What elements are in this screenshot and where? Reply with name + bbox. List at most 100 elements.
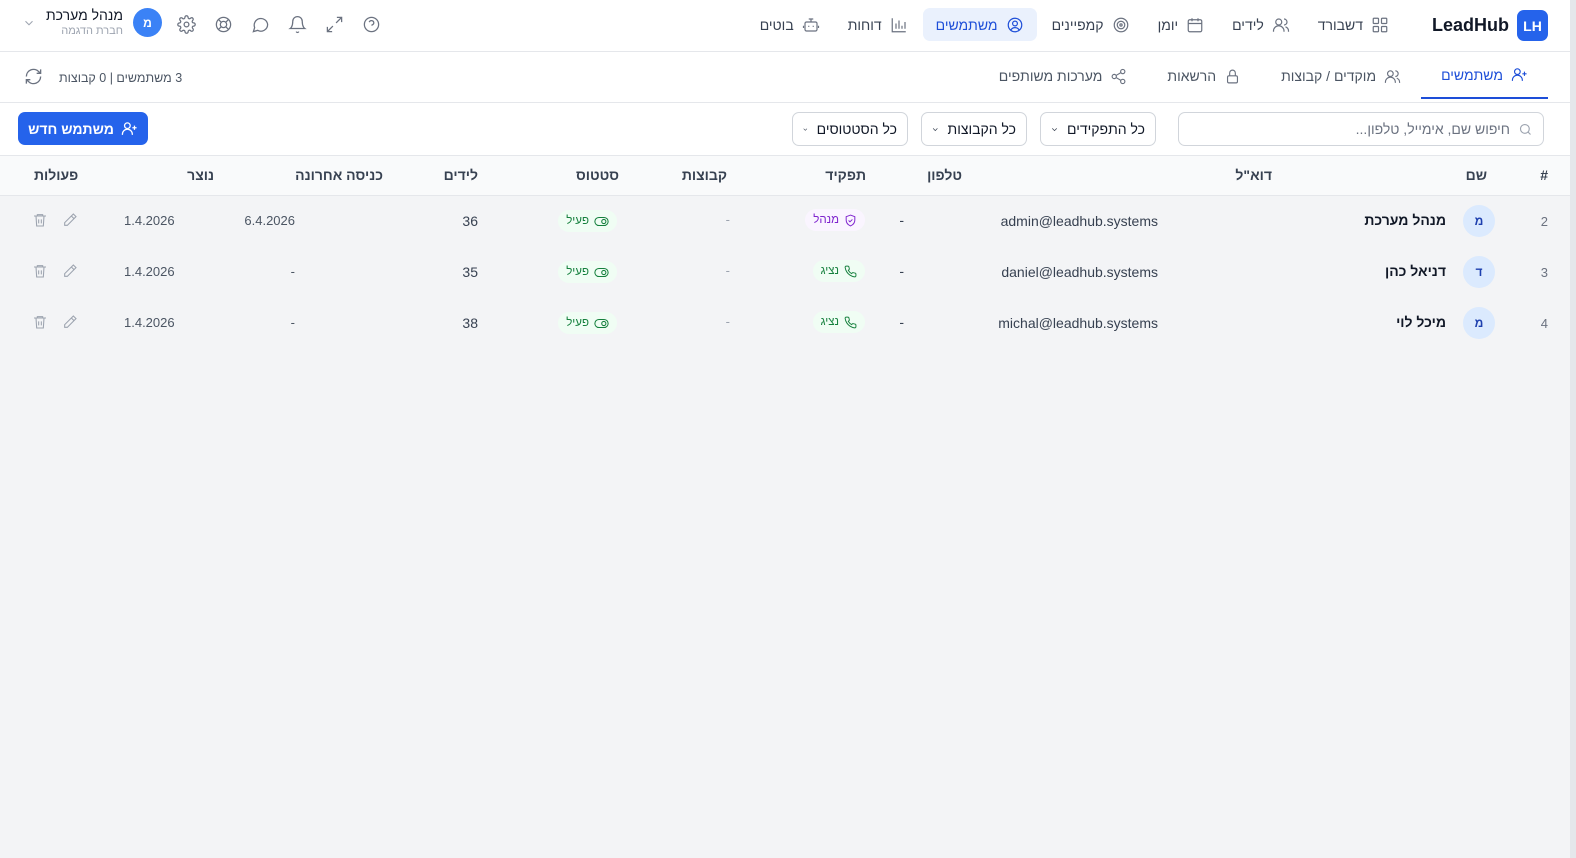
search-box [1178, 112, 1544, 146]
delete-button[interactable] [32, 314, 48, 330]
brand-logo: LH [1517, 10, 1548, 41]
table-row[interactable]: 3 ד דניאל כהן daniel@leadhub.systems - נ… [0, 247, 1570, 298]
summary: 3 משתמשים | 0 קבוצות [24, 67, 182, 89]
tab-users[interactable]: משתמשים [1421, 52, 1548, 99]
support-button[interactable] [213, 14, 233, 34]
row-actions [32, 314, 78, 330]
created-date: 1.4.2026 [124, 213, 175, 228]
status-badge: פעיל [558, 261, 617, 283]
settings-button[interactable] [176, 14, 196, 34]
header-name[interactable]: שם [1466, 167, 1487, 183]
share-icon [1111, 68, 1126, 84]
edit-button[interactable] [62, 314, 78, 330]
leads-count: 38 [462, 315, 478, 331]
table-row[interactable]: 2 מ מנהל מערכת admin@leadhub.systems - מ… [0, 196, 1570, 247]
roles-select[interactable]: כל התפקידים [1040, 112, 1156, 146]
user-email: daniel@leadhub.systems [1001, 264, 1158, 280]
bot-icon [802, 17, 819, 32]
bar-chart-icon [891, 17, 906, 32]
tab-shared-systems[interactable]: מערכות משותפים [979, 52, 1148, 100]
delete-button[interactable] [32, 212, 48, 228]
table-row[interactable]: 4 מ מיכל לוי michal@leadhub.systems - נצ… [0, 298, 1570, 349]
header-status[interactable]: סטטוס [576, 167, 619, 183]
row-number: 4 [1540, 316, 1548, 331]
nav-item-calendar[interactable]: יומן [1145, 8, 1218, 41]
created-date: 1.4.2026 [124, 264, 175, 279]
header-created[interactable]: נוצר [187, 167, 214, 183]
role-label: נציג [820, 316, 839, 328]
sub-tabs: משתמשים מוקדים / קבוצות הרשאות מערכות מש… [979, 52, 1548, 103]
header-last-login[interactable]: כניסה אחרונה [295, 167, 383, 183]
tab-permissions[interactable]: הרשאות [1147, 52, 1261, 100]
status-select[interactable]: כל הסטטוסים [792, 112, 908, 146]
toolbar-icons [176, 14, 381, 34]
nav-item-users[interactable]: משתמשים [922, 8, 1037, 41]
tab-groups[interactable]: מוקדים / קבוצות [1261, 52, 1421, 100]
role-badge: נציג [812, 311, 865, 333]
notifications-button[interactable] [287, 14, 307, 34]
groups-select-value: כל הקבוצות [947, 121, 1016, 137]
last-login: - [290, 264, 295, 279]
tab-label: מערכות משותפים [998, 68, 1103, 84]
nav-item-campaigns[interactable]: קמפיינים [1039, 8, 1143, 41]
chevron-down-icon [803, 127, 808, 131]
user-email: admin@leadhub.systems [1000, 213, 1158, 229]
brand[interactable]: LH LeadHub [1432, 10, 1548, 41]
search-icon [1519, 123, 1531, 135]
toggle-on-icon [594, 318, 609, 328]
user-org: חברת הדגמה [61, 24, 123, 37]
nav-item-leads[interactable]: לידים [1219, 8, 1303, 41]
row-number: 2 [1540, 214, 1548, 229]
chat-button[interactable] [250, 14, 270, 34]
help-button[interactable] [361, 14, 381, 34]
expand-icon [326, 16, 342, 32]
header-phone: טלפון [927, 167, 962, 183]
brand-name: LeadHub [1431, 15, 1509, 35]
edit-button[interactable] [62, 263, 78, 279]
search-input[interactable] [1189, 121, 1510, 137]
scrollbar[interactable] [1570, 0, 1576, 858]
nav-item-reports[interactable]: דוחות [835, 8, 921, 41]
user-phone: - [899, 314, 904, 330]
refresh-button[interactable] [24, 67, 43, 89]
chevron-down-icon [25, 20, 33, 26]
nav-item-label: דוחות [847, 16, 882, 33]
user-name: מיכל לוי [1396, 314, 1446, 330]
row-actions [32, 263, 78, 279]
filter-bar: כל התפקידים כל הקבוצות כל הסטטוסים משתמש… [0, 103, 1570, 156]
table-header: # שם דוא"ל טלפון תפקיד קבוצות סטטוס לידי… [0, 156, 1570, 196]
fullscreen-button[interactable] [324, 14, 344, 34]
trash-icon [34, 316, 46, 329]
phone-icon [844, 265, 857, 277]
role-label: נציג [820, 265, 839, 277]
groups-select[interactable]: כל הקבוצות [921, 112, 1027, 146]
user-plus-icon [1511, 68, 1527, 81]
nav-item-label: משתמשים [935, 16, 998, 33]
pencil-icon [64, 213, 77, 226]
header-email[interactable]: דוא"ל [1235, 167, 1272, 183]
shield-icon [845, 214, 856, 226]
user-groups: - [725, 212, 730, 227]
delete-button[interactable] [32, 263, 48, 279]
toggle-on-icon [594, 267, 609, 277]
summary-count: 3 משתמשים | 0 קבוצות [59, 71, 183, 85]
nav-item-label: לידים [1232, 16, 1264, 33]
nav-item-dashboard[interactable]: דשבורד [1305, 8, 1402, 41]
tab-label: מוקדים / קבוצות [1281, 68, 1377, 84]
header-role[interactable]: תפקיד [825, 167, 866, 183]
header-leads[interactable]: לידים [444, 167, 478, 183]
chevron-down-icon [1051, 127, 1058, 131]
nav-item-bots[interactable]: בוטים [747, 8, 833, 41]
header-groups: קבוצות [681, 167, 727, 183]
user-circle-icon [1007, 17, 1022, 32]
toggle-on-icon [594, 216, 609, 226]
user-email: michal@leadhub.systems [998, 315, 1158, 331]
edit-button[interactable] [62, 212, 78, 228]
new-user-button[interactable]: משתמש חדש [18, 112, 148, 145]
status-label: פעיל [566, 266, 589, 278]
user-menu[interactable]: מנהל מערכת חברת הדגמה מ [22, 7, 162, 38]
row-actions [32, 212, 78, 228]
status-badge: פעיל [558, 210, 617, 232]
app: LH LeadHub דשבורד לידים יומן קמפיינים מש… [0, 0, 1576, 858]
avatar: מ [132, 8, 162, 38]
